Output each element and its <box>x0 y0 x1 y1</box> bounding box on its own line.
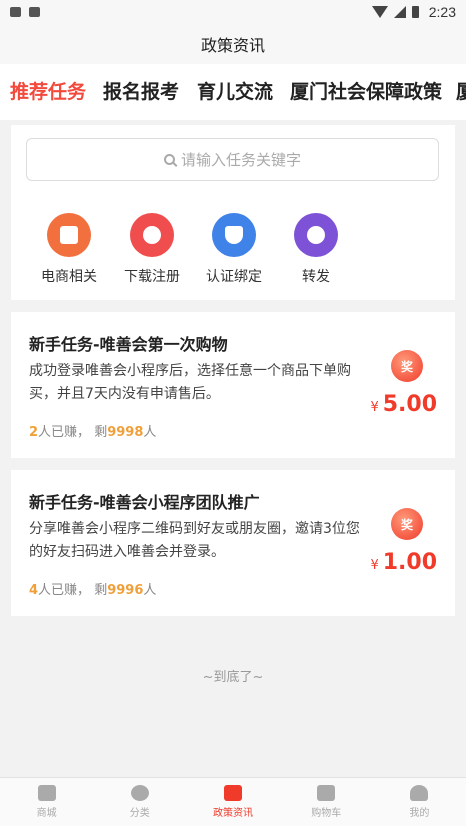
search-card: 请输入任务关键字 电商相关 下载注册 认证绑定 转发 <box>11 125 455 300</box>
signal-icon <box>393 6 406 18</box>
category-download-register[interactable]: 下载注册 <box>112 213 192 286</box>
remaining-count: 9998 <box>107 425 144 440</box>
wifi-icon <box>371 6 388 18</box>
search-placeholder: 请输入任务关键字 <box>180 151 301 169</box>
nav-label: 商城 <box>36 808 57 819</box>
remaining-count: 9996 <box>107 583 144 598</box>
grid-icon <box>130 785 149 801</box>
earned-count: 2 <box>29 425 39 440</box>
price-value: 5.00 <box>382 392 437 417</box>
task-description: 成功登录唯善会小程序后，选择任意一个商品下单购买，并且7天内没有申请售后。 <box>29 363 351 402</box>
category-share[interactable]: 转发 <box>276 213 356 286</box>
earned-suffix: 人已赚， <box>38 583 91 598</box>
user-add-icon <box>130 213 174 257</box>
nav-cart[interactable]: 购物车 <box>280 778 373 826</box>
task-stats: 4人已赚， 剩9996人 <box>29 579 156 598</box>
task-title: 新手任务-唯善会小程序团队推广 <box>29 493 260 512</box>
search-icon <box>163 154 175 165</box>
search-input[interactable]: 请输入任务关键字 <box>26 138 439 181</box>
page-header: 政策资讯 <box>0 24 466 64</box>
remaining-suffix: 人 <box>143 583 157 598</box>
task-reward-price: ¥5.00 <box>370 392 437 417</box>
status-time: 2:23 <box>428 4 456 20</box>
category-label: 下载注册 <box>124 269 180 285</box>
earned-suffix: 人已赚， <box>38 425 91 440</box>
share-arrow-icon <box>294 213 338 257</box>
category-label: 转发 <box>302 269 330 285</box>
tab-parenting[interactable]: 育儿交流 <box>197 64 273 120</box>
remaining-suffix: 人 <box>143 425 157 440</box>
task-stats: 2人已赚， 剩9998人 <box>29 421 156 440</box>
nav-mall[interactable]: 商城 <box>0 778 93 826</box>
home-icon <box>37 785 56 801</box>
nav-label: 政策资讯 <box>213 808 253 819</box>
category-verify-bind[interactable]: 认证绑定 <box>194 213 274 286</box>
bag-icon <box>47 213 91 257</box>
nav-mine[interactable]: 我的 <box>373 778 466 826</box>
tab-social-security[interactable]: 厦门社会保障政策 <box>290 64 442 120</box>
shield-check-icon <box>212 213 256 257</box>
currency-symbol: ¥ <box>370 400 379 415</box>
status-bar: 2:23 <box>0 0 466 24</box>
nav-label: 购物车 <box>311 808 342 819</box>
task-card[interactable]: 新手任务-唯善会小程序团队推广 分享唯善会小程序二维码到好友或朋友圈，邀请3位您… <box>11 470 455 616</box>
task-description: 分享唯善会小程序二维码到好友或朋友圈，邀请3位您的好友扫码进入唯善会并登录。 <box>29 521 360 560</box>
task-title: 新手任务-唯善会第一次购物 <box>29 335 228 354</box>
bottom-nav: 商城 分类 政策资讯 购物车 我的 <box>0 777 466 826</box>
person-icon <box>410 785 429 801</box>
task-reward-price: ¥1.00 <box>370 550 437 575</box>
end-of-list-note: ~到底了~ <box>202 670 264 685</box>
remaining-prefix: 剩 <box>94 583 108 598</box>
reward-badge-icon: 奖 <box>391 350 423 382</box>
task-card[interactable]: 新手任务-唯善会第一次购物 成功登录唯善会小程序后，选择任意一个商品下单购买，并… <box>11 312 455 458</box>
currency-symbol: ¥ <box>370 558 379 573</box>
remaining-prefix: 剩 <box>94 425 108 440</box>
app-notification-icon <box>29 7 40 17</box>
nav-label: 分类 <box>129 808 150 819</box>
tab-more[interactable]: 厦 <box>456 64 466 120</box>
notification-icon <box>10 7 21 17</box>
tab-registration[interactable]: 报名报考 <box>103 64 179 120</box>
tab-recommended[interactable]: 推荐任务 <box>10 64 86 120</box>
nav-policy-news[interactable]: 政策资讯 <box>186 778 279 826</box>
nav-category[interactable]: 分类 <box>93 778 186 826</box>
category-tabs: 推荐任务 报名报考 育儿交流 厦门社会保障政策 厦 <box>0 64 466 120</box>
reward-badge-icon: 奖 <box>391 508 423 540</box>
tv-icon <box>224 785 242 801</box>
page-title: 政策资讯 <box>200 36 265 55</box>
nav-label: 我的 <box>409 808 430 819</box>
category-label: 认证绑定 <box>206 269 262 285</box>
cart-icon <box>317 785 336 801</box>
price-value: 1.00 <box>382 550 437 575</box>
battery-icon <box>411 6 419 18</box>
earned-count: 4 <box>29 583 39 598</box>
category-ecommerce[interactable]: 电商相关 <box>29 213 109 286</box>
category-label: 电商相关 <box>41 269 97 285</box>
